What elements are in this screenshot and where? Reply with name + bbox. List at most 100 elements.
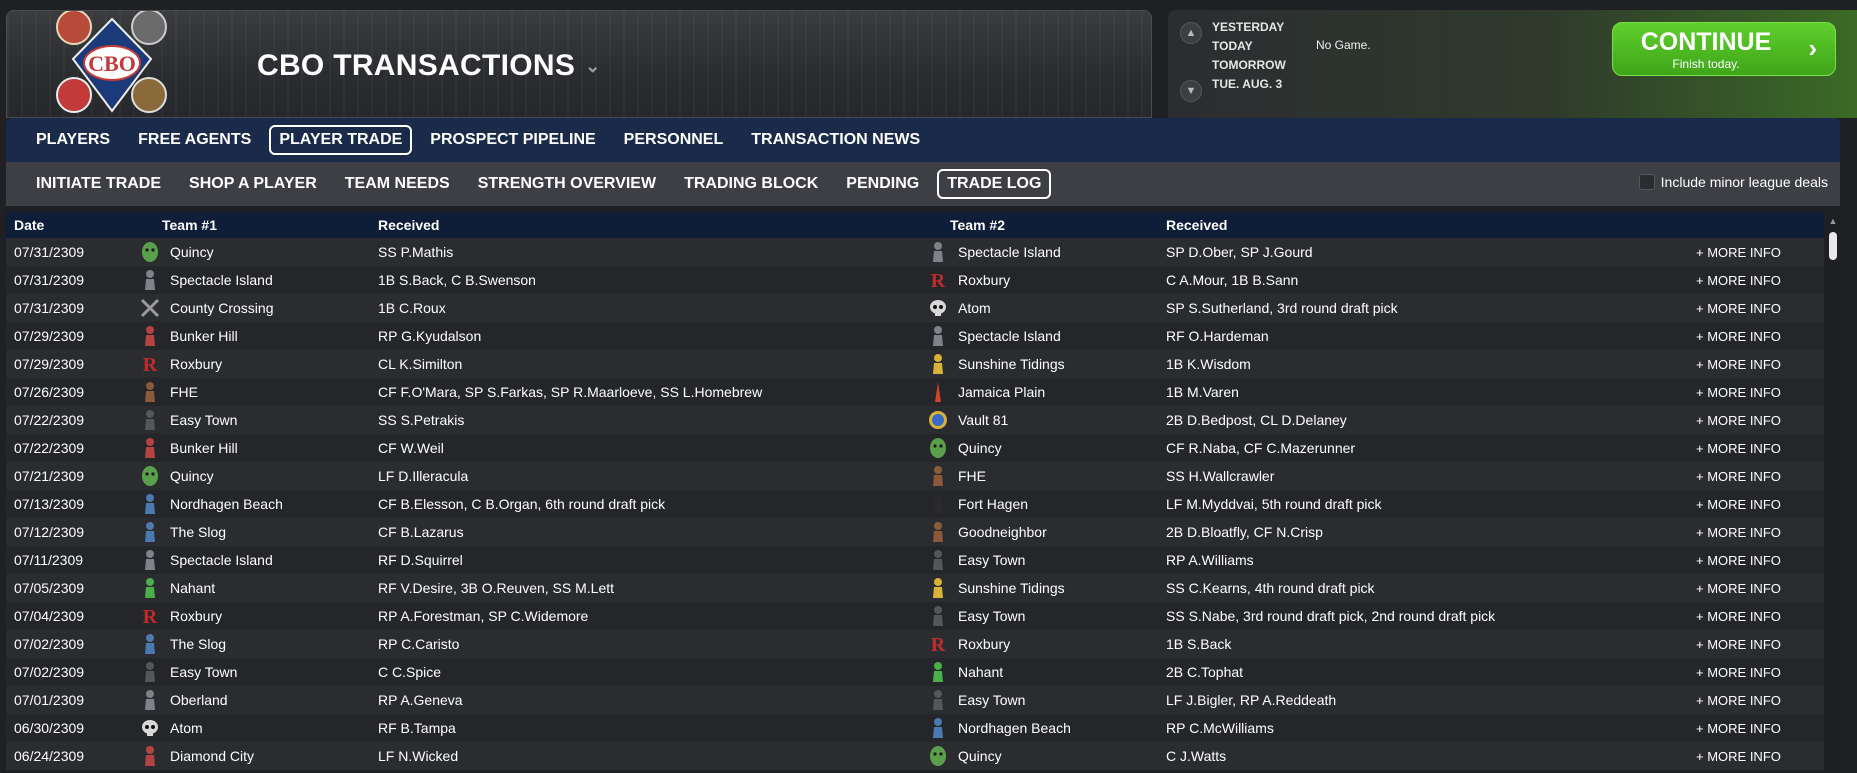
team2-logo-icon[interactable]: R (918, 269, 958, 291)
more-info-button[interactable]: + MORE INFO (1696, 329, 1816, 344)
cell-received2[interactable]: C A.Mour, 1B B.Sann (1166, 272, 1696, 288)
cell-received2[interactable]: RP C.McWilliams (1166, 720, 1696, 736)
cell-team1[interactable]: Easy Town (170, 664, 378, 680)
table-row[interactable]: 07/13/2309 Nordhagen Beach CF B.Elesson, C… (6, 490, 1824, 518)
cell-team1[interactable]: The Slog (170, 524, 378, 540)
team2-logo-icon[interactable] (918, 521, 958, 543)
cell-team1[interactable]: Oberland (170, 692, 378, 708)
cell-received1[interactable]: RP A.Geneva (378, 692, 918, 708)
cell-team1[interactable]: Spectacle Island (170, 552, 378, 568)
header-team2[interactable]: Team #2 (950, 217, 1166, 233)
cell-team2[interactable]: Easy Town (958, 692, 1166, 708)
table-row[interactable]: 07/22/2309 Easy Town SS S.Petrakis Vault 81… (6, 406, 1824, 434)
table-row[interactable]: 07/02/2309 The Slog RP C.Caristo R Roxbury 1B… (6, 630, 1824, 658)
more-info-button[interactable]: + MORE INFO (1696, 553, 1816, 568)
cell-received1[interactable]: LF D.Illeracula (378, 468, 918, 484)
tab-personnel[interactable]: PERSONNEL (614, 125, 734, 155)
date-up-arrow-icon[interactable]: ▲ (1180, 22, 1202, 44)
table-row[interactable]: 07/05/2309 Nahant RF V.Desire, 3B O.Reuven… (6, 574, 1824, 602)
cell-received2[interactable]: 1B S.Back (1166, 636, 1696, 652)
cell-received1[interactable]: RP A.Forestman, SP C.Widemore (378, 608, 918, 624)
more-info-button[interactable]: + MORE INFO (1696, 665, 1816, 680)
more-info-button[interactable]: + MORE INFO (1696, 413, 1816, 428)
team2-logo-icon[interactable]: R (918, 633, 958, 655)
team1-logo-icon[interactable]: R (130, 605, 170, 627)
team1-logo-icon[interactable] (130, 325, 170, 347)
team1-logo-icon[interactable] (130, 269, 170, 291)
cell-received1[interactable]: LF N.Wicked (378, 748, 918, 764)
team1-logo-icon[interactable] (130, 633, 170, 655)
team2-logo-icon[interactable] (918, 605, 958, 627)
table-row[interactable]: 07/31/2309 County Crossing 1B C.Roux Atom SP… (6, 294, 1824, 322)
cell-team2[interactable]: Quincy (958, 748, 1166, 764)
cell-team1[interactable]: Quincy (170, 244, 378, 260)
more-info-button[interactable]: + MORE INFO (1696, 609, 1816, 624)
team1-logo-icon[interactable] (130, 661, 170, 683)
team2-logo-icon[interactable] (918, 577, 958, 599)
cell-received1[interactable]: RP G.Kyudalson (378, 328, 918, 344)
cell-received2[interactable]: 1B K.Wisdom (1166, 356, 1696, 372)
minor-league-checkbox[interactable] (1638, 174, 1655, 190)
cell-team2[interactable]: Vault 81 (958, 412, 1166, 428)
team1-logo-icon[interactable] (130, 577, 170, 599)
cell-received1[interactable]: RF B.Tampa (378, 720, 918, 736)
cell-received1[interactable]: RF V.Desire, 3B O.Reuven, SS M.Lett (378, 580, 918, 596)
cell-received2[interactable]: CF R.Naba, CF C.Mazerunner (1166, 440, 1696, 456)
team2-logo-icon[interactable] (918, 745, 958, 767)
cell-team1[interactable]: Bunker Hill (170, 440, 378, 456)
table-row[interactable]: 07/29/2309 R Roxbury CL K.Similton Sunshine … (6, 350, 1824, 378)
cell-received1[interactable]: 1B S.Back, C B.Swenson (378, 272, 918, 288)
table-row[interactable]: 07/21/2309 Quincy LF D.Illeracula FHE SS H.W… (6, 462, 1824, 490)
cell-received2[interactable]: 2B C.Tophat (1166, 664, 1696, 680)
cell-team1[interactable]: Roxbury (170, 356, 378, 372)
chevron-down-icon[interactable]: ⌄ (585, 56, 600, 77)
cell-team1[interactable]: Nahant (170, 580, 378, 596)
cell-team2[interactable]: Easy Town (958, 608, 1166, 624)
scroll-up-icon[interactable]: ▲ (1828, 216, 1838, 226)
tab-prospect-pipeline[interactable]: PROSPECT PIPELINE (420, 125, 605, 155)
cell-team2[interactable]: Roxbury (958, 272, 1166, 288)
cell-team2[interactable]: Roxbury (958, 636, 1166, 652)
continue-button[interactable]: CONTINUE Finish today. › (1612, 22, 1836, 76)
cell-team2[interactable]: Atom (958, 300, 1166, 316)
table-row[interactable]: 07/26/2309 FHE CF F.O'Mara, SP S.Farkas, S… (6, 378, 1824, 406)
team1-logo-icon[interactable] (130, 437, 170, 459)
cell-team2[interactable]: Nahant (958, 664, 1166, 680)
team1-logo-icon[interactable] (130, 549, 170, 571)
cell-team1[interactable]: Nordhagen Beach (170, 496, 378, 512)
table-scrollbar[interactable]: ▲ (1826, 212, 1840, 773)
tab-players[interactable]: PLAYERS (26, 125, 120, 155)
cell-received1[interactable]: RP C.Caristo (378, 636, 918, 652)
team1-logo-icon[interactable] (130, 465, 170, 487)
team1-logo-icon[interactable] (130, 297, 170, 319)
more-info-button[interactable]: + MORE INFO (1696, 693, 1816, 708)
team1-logo-icon[interactable] (130, 409, 170, 431)
header-date[interactable]: Date (6, 217, 162, 233)
tab-team-needs[interactable]: TEAM NEEDS (335, 169, 460, 199)
tab-trading-block[interactable]: TRADING BLOCK (674, 169, 828, 199)
team2-logo-icon[interactable] (918, 717, 958, 739)
team2-logo-icon[interactable] (918, 353, 958, 375)
team1-logo-icon[interactable] (130, 493, 170, 515)
table-row[interactable]: 07/11/2309 Spectacle Island RF D.Squirrel E… (6, 546, 1824, 574)
tab-shop-a-player[interactable]: SHOP A PLAYER (179, 169, 327, 199)
cell-received2[interactable]: RP A.Williams (1166, 552, 1696, 568)
more-info-button[interactable]: + MORE INFO (1696, 245, 1816, 260)
tab-trade-log[interactable]: TRADE LOG (937, 169, 1052, 199)
tab-player-trade[interactable]: PLAYER TRADE (269, 125, 413, 155)
cell-received2[interactable]: SS C.Kearns, 4th round draft pick (1166, 580, 1696, 596)
cell-team2[interactable]: FHE (958, 468, 1166, 484)
cell-received1[interactable]: CL K.Similton (378, 356, 918, 372)
team1-logo-icon[interactable] (130, 689, 170, 711)
team2-logo-icon[interactable] (918, 297, 958, 319)
cell-team1[interactable]: Easy Town (170, 412, 378, 428)
cell-received1[interactable]: CF F.O'Mara, SP S.Farkas, SP R.Maarloeve… (378, 384, 918, 400)
cell-team2[interactable]: Sunshine Tidings (958, 356, 1166, 372)
cell-received2[interactable]: C J.Watts (1166, 748, 1696, 764)
cell-team2[interactable]: Quincy (958, 440, 1166, 456)
cell-received2[interactable]: SS H.Wallcrawler (1166, 468, 1696, 484)
cell-received1[interactable]: C C.Spice (378, 664, 918, 680)
tab-pending[interactable]: PENDING (836, 169, 929, 199)
cell-team1[interactable]: Diamond City (170, 748, 378, 764)
table-row[interactable]: 07/29/2309 Bunker Hill RP G.Kyudalson Spect… (6, 322, 1824, 350)
